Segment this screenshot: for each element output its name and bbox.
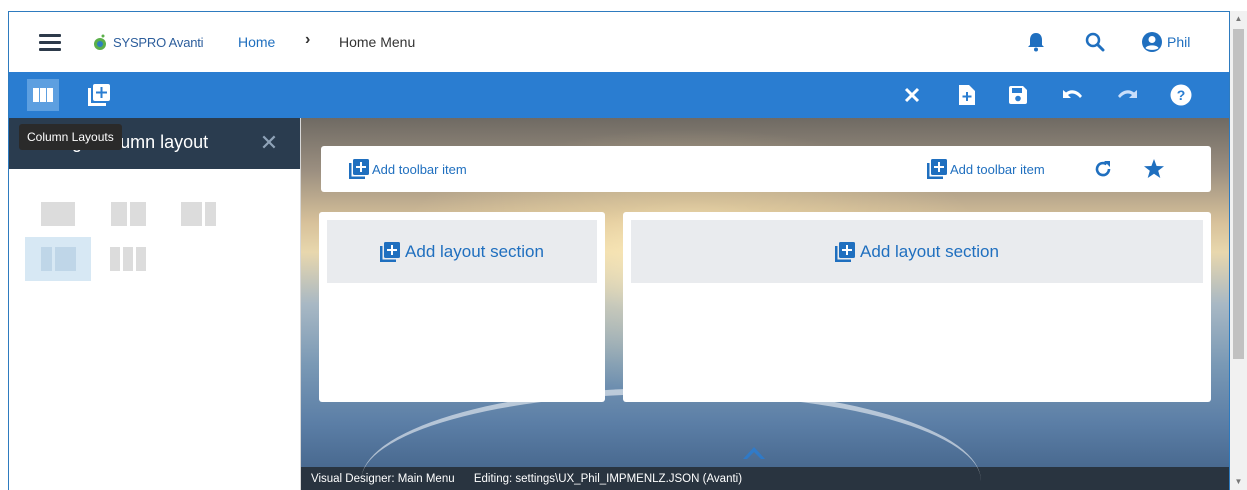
logo-text: SYSPRO Avanti: [113, 34, 204, 50]
hamburger-menu-icon[interactable]: [39, 34, 61, 51]
scroll-down-icon[interactable]: ▼: [1230, 474, 1247, 490]
layout-one-column[interactable]: [25, 192, 91, 236]
new-file-icon: [959, 85, 975, 105]
svg-text:?: ?: [1177, 87, 1186, 103]
layout-column-right: Add layout section: [623, 212, 1211, 402]
layout-column-left: Add layout section: [319, 212, 605, 402]
add-layout-section-label: Add layout section: [860, 241, 999, 261]
status-editing: Editing: settings\UX_Phil_IMPMENLZ.JSON …: [473, 473, 743, 485]
layout-wide-left[interactable]: [25, 237, 91, 281]
status-designer: Visual Designer: Main Menu: [311, 473, 455, 485]
new-file-button[interactable]: [954, 82, 980, 108]
scroll-up-icon[interactable]: ▲: [1230, 11, 1247, 27]
scroll-up-arrow-icon[interactable]: [741, 445, 767, 465]
undo-icon: [1063, 90, 1082, 98]
undo-button[interactable]: [1059, 82, 1085, 108]
designer-toolbar: ?: [9, 72, 1229, 118]
column-layout-panel: Change column layout ✕: [9, 118, 301, 490]
add-layout-section-right[interactable]: Add layout section: [631, 220, 1203, 283]
add-toolbar-item-left[interactable]: Add toolbar item: [349, 159, 467, 179]
layout-two-column[interactable]: [95, 192, 161, 236]
help-button[interactable]: ?: [1168, 82, 1194, 108]
breadcrumb-separator: ›: [305, 31, 311, 48]
search-icon[interactable]: [1085, 32, 1105, 52]
add-item-icon: [927, 159, 947, 179]
layout-column: [54, 247, 76, 271]
toolbar-strip: Add toolbar item Add toolbar item: [321, 146, 1211, 192]
top-header: SYSPRO Avanti Home › Home Menu Phil: [9, 12, 1229, 72]
add-section-icon: [380, 241, 401, 262]
layout-column: [110, 247, 120, 271]
column-layout-icon: [33, 88, 53, 102]
favorite-button[interactable]: [1143, 158, 1165, 180]
status-bar: Visual Designer: Main Menu Editing: sett…: [301, 467, 1229, 490]
bell-icon[interactable]: [1027, 32, 1045, 52]
add-toolbar-item-right[interactable]: Add toolbar item: [927, 159, 1045, 179]
app-window: SYSPRO Avanti Home › Home Menu Phil ? co…: [8, 11, 1230, 490]
syspro-logo[interactable]: SYSPRO Avanti: [91, 27, 204, 57]
designer-canvas: Add toolbar item Add toolbar item Add la…: [301, 118, 1229, 490]
column-layouts-tooltip: Column Layouts: [19, 124, 122, 150]
layout-wide-right[interactable]: [165, 192, 231, 236]
add-toolbar-item-label: Add toolbar item: [950, 161, 1045, 177]
syspro-logo-icon: [94, 34, 106, 50]
panel-close-icon[interactable]: ✕: [258, 132, 280, 154]
scrollbar-thumb[interactable]: [1233, 29, 1244, 359]
add-section-icon: [835, 241, 856, 262]
redo-icon: [1118, 90, 1137, 98]
add-panel-icon: [88, 84, 110, 106]
layout-column: [136, 247, 146, 271]
help-icon: ?: [1170, 84, 1192, 106]
add-panel-button[interactable]: [83, 79, 115, 111]
layout-column: [110, 202, 127, 226]
layout-column: [40, 247, 52, 271]
add-toolbar-item-label: Add toolbar item: [372, 161, 467, 177]
layout-column: [204, 202, 216, 226]
close-designer-button[interactable]: [899, 82, 925, 108]
layout-column: [123, 247, 133, 271]
add-layout-section-left[interactable]: Add layout section: [327, 220, 597, 283]
layout-column: [129, 202, 146, 226]
breadcrumb-current: Home Menu: [339, 34, 416, 50]
layout-column: [41, 202, 75, 226]
vertical-scrollbar[interactable]: ▲ ▼: [1230, 11, 1247, 490]
refresh-icon: [1095, 161, 1111, 177]
user-avatar-icon: [1142, 32, 1162, 52]
save-button[interactable]: [1005, 82, 1031, 108]
star-icon: [1144, 159, 1164, 178]
refresh-button[interactable]: [1092, 158, 1114, 180]
close-icon: [904, 87, 920, 103]
column-layouts-button[interactable]: [27, 79, 59, 111]
breadcrumb-home[interactable]: Home: [238, 34, 275, 50]
layout-three-column[interactable]: [95, 237, 161, 281]
add-layout-section-label: Add layout section: [405, 241, 544, 261]
layout-column: [180, 202, 202, 226]
user-name: Phil: [1167, 34, 1191, 50]
save-icon: [1009, 86, 1027, 104]
redo-button[interactable]: [1115, 82, 1141, 108]
add-item-icon: [349, 159, 369, 179]
user-menu[interactable]: Phil: [1141, 31, 1190, 53]
